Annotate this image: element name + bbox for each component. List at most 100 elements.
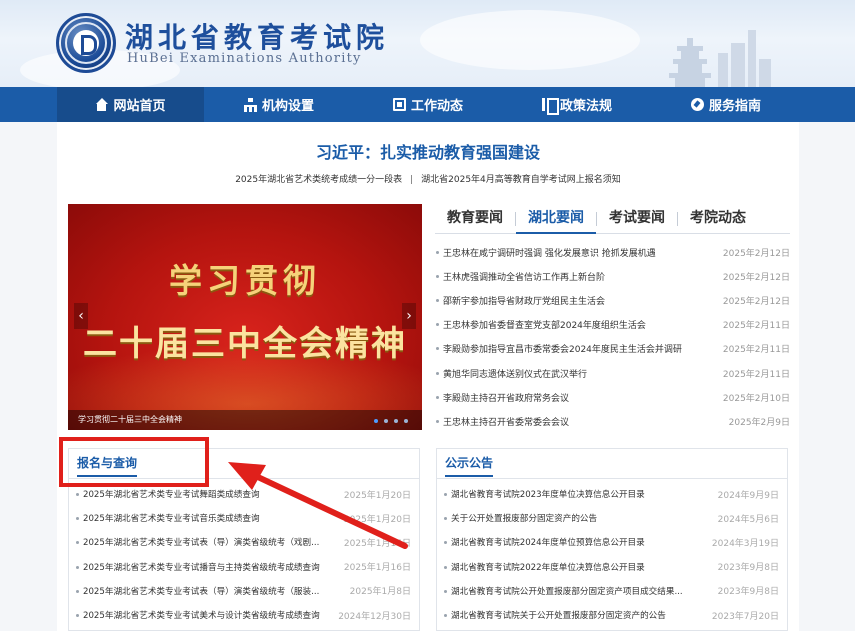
announcement-date: 2024年3月19日 xyxy=(711,538,779,549)
list-item[interactable]: 李殿勋主持召开省政府常务会议 2025年2月10日 xyxy=(435,385,790,409)
main-nav: 网站首页 机构设置 工作动态 政策法规 服务指南 xyxy=(0,87,855,122)
registration-item-date: 2025年1月20日 xyxy=(343,490,411,501)
news-title[interactable]: 李殿勋主持召开省政府常务会议 xyxy=(435,391,569,404)
slider-caption[interactable]: 学习贯彻二十届三中全会精神 xyxy=(78,414,182,425)
emblem-mark-icon xyxy=(73,30,99,56)
home-icon xyxy=(95,98,109,111)
announcements-panel: 公示公告 湖北省教育考试院2023年度单位决算信息公开目录 2024年9月9日 关… xyxy=(436,448,788,631)
banner-slider[interactable]: 学习贯彻 二十届三中全会精神 ‹ › 学习贯彻二十届三中全会精神 xyxy=(68,204,422,430)
list-item[interactable]: 湖北省教育考试院2024年度单位预算信息公开目录 2024年3月19日 xyxy=(437,530,787,554)
news-icon xyxy=(392,98,406,111)
headline-link[interactable]: 习近平：扎实推动教育强国建设 xyxy=(57,139,799,163)
news-date: 2025年2月12日 xyxy=(722,248,790,259)
slider-next-button[interactable]: › xyxy=(402,303,416,329)
list-item[interactable]: 王林虎强调推动全省信访工作再上新台阶 2025年2月12日 xyxy=(435,264,790,288)
news-tabs: 教育要闻 湖北要闻 考试要闻 考院动态 xyxy=(435,204,790,234)
site-title[interactable]: 湖北省教育考试院 xyxy=(125,16,389,56)
list-item[interactable]: 邵新宇参加指导省财政厅党组民主生活会 2025年2月12日 xyxy=(435,288,790,312)
nav-organization[interactable]: 机构设置 xyxy=(204,87,354,122)
news-date: 2025年2月11日 xyxy=(722,369,790,380)
registration-item-date: 2024年12月30日 xyxy=(338,611,411,622)
list-item[interactable]: 黄旭华同志遗体送别仪式在武汉举行 2025年2月11日 xyxy=(435,361,790,385)
org-icon xyxy=(243,98,257,112)
announcement-title[interactable]: 湖北省教育考试院关于公开处置报废部分固定资产的公告 xyxy=(443,609,666,621)
announcements-title[interactable]: 公示公告 xyxy=(445,454,494,477)
registration-item-title[interactable]: 2025年湖北省艺术类专业考试播音与主持类省级统考成绩查询 xyxy=(75,561,320,573)
news-list: 王忠林在咸宁调研时强调 强化发展意识 抢抓发展机遇 2025年2月12日 王林虎强… xyxy=(435,240,790,434)
yellow-crane-tower-illustration xyxy=(665,38,715,87)
registration-item-title[interactable]: 2025年湖北省艺术类专业考试音乐类成绩查询 xyxy=(75,512,260,524)
list-item[interactable]: 湖北省教育考试院2022年度单位决算信息公开目录 2023年9月8日 xyxy=(437,555,787,579)
annotation-highlight-box xyxy=(59,437,209,487)
list-item[interactable]: 湖北省教育考试院2023年度单位决算信息公开目录 2024年9月9日 xyxy=(437,482,787,506)
tab-education-news[interactable]: 教育要闻 xyxy=(435,204,515,234)
banner-subheading: 二十届三中全会精神 xyxy=(83,324,407,364)
tab-authority-updates[interactable]: 考院动态 xyxy=(678,204,758,234)
registration-list: 2025年湖北省艺术类专业考试舞蹈类成绩查询 2025年1月20日 2025年湖北… xyxy=(69,482,419,627)
announcement-title[interactable]: 关于公开处置报废部分固定资产的公告 xyxy=(443,512,597,524)
announcement-title[interactable]: 湖北省教育考试院公开处置报废部分固定资产项目成交结果... xyxy=(443,585,683,597)
news-date: 2025年2月11日 xyxy=(722,321,790,332)
list-item[interactable]: 2025年湖北省艺术类专业考试播音与主持类省级统考成绩查询 2025年1月16日 xyxy=(69,555,419,579)
registration-item-title[interactable]: 2025年湖北省艺术类专业考试舞蹈类成绩查询 xyxy=(75,488,260,500)
tab-exam-news[interactable]: 考试要闻 xyxy=(597,204,677,234)
nav-policy-label: 政策法规 xyxy=(559,99,612,114)
news-title[interactable]: 王忠林参加省委督查室党支部2024年度组织生活会 xyxy=(435,318,646,331)
news-title[interactable]: 王忠林主持召开省委常委会会议 xyxy=(435,415,569,428)
header-cloud xyxy=(420,10,640,70)
news-title[interactable]: 李殿勋参加指导宜昌市委常委会2024年度民主生活会并调研 xyxy=(435,342,682,355)
page: 湖北省教育考试院 HuBei Examinations Authority 网站… xyxy=(0,0,855,631)
nav-organization-label: 机构设置 xyxy=(261,99,314,114)
announcement-title[interactable]: 湖北省教育考试院2023年度单位决算信息公开目录 xyxy=(443,488,645,500)
list-item[interactable]: 2025年湖北省艺术类专业考试音乐类成绩查询 2025年1月20日 xyxy=(69,506,419,530)
list-item[interactable]: 李殿勋参加指导宜昌市委常委会2024年度民主生活会并调研 2025年2月11日 xyxy=(435,337,790,361)
registration-item-title[interactable]: 2025年湖北省艺术类专业考试表（导）演类省级统考（服装... xyxy=(75,585,319,597)
list-item[interactable]: 王忠林在咸宁调研时强调 强化发展意识 抢抓发展机遇 2025年2月12日 xyxy=(435,240,790,264)
registration-item-date: 2025年1月8日 xyxy=(349,587,411,598)
slider-dot[interactable] xyxy=(394,419,398,423)
nav-policy[interactable]: 政策法规 xyxy=(502,87,652,122)
news-title[interactable]: 王忠林在咸宁调研时强调 强化发展意识 抢抓发展机遇 xyxy=(435,246,656,259)
slider-prev-button[interactable]: ‹ xyxy=(74,303,88,329)
slider-dot[interactable] xyxy=(374,419,378,423)
guide-icon xyxy=(690,98,704,111)
nav-work-news-label: 工作动态 xyxy=(410,99,463,114)
site-header: 湖北省教育考试院 HuBei Examinations Authority xyxy=(0,0,855,87)
news-title[interactable]: 邵新宇参加指导省财政厅党组民主生活会 xyxy=(435,294,605,307)
nav-home[interactable]: 网站首页 xyxy=(57,87,204,122)
news-date: 2025年2月9日 xyxy=(728,417,790,428)
main-content: 习近平：扎实推动教育强国建设 2025年湖北省艺术类统考成绩一分一段表 | 湖北省2… xyxy=(57,122,799,631)
list-item[interactable]: 关于公开处置报废部分固定资产的公告 2024年5月6日 xyxy=(437,506,787,530)
registration-item-title[interactable]: 2025年湖北省艺术类专业考试表（导）演类省级统考（戏剧... xyxy=(75,536,319,548)
news-date: 2025年2月12日 xyxy=(722,272,790,283)
tab-hubei-news[interactable]: 湖北要闻 xyxy=(516,204,596,234)
announcements-list: 湖北省教育考试院2023年度单位决算信息公开目录 2024年9月9日 关于公开处置… xyxy=(437,482,787,627)
sublink[interactable]: 2025年湖北省艺术类统考成绩一分一段表 xyxy=(235,175,402,185)
logo-emblem[interactable] xyxy=(56,13,116,73)
list-item[interactable]: 2025年湖北省艺术类专业考试表（导）演类省级统考（服装... 2025年1月8日 xyxy=(69,579,419,603)
list-item[interactable]: 2025年湖北省艺术类专业考试表（导）演类省级统考（戏剧... 2025年1月16… xyxy=(69,530,419,554)
sublink[interactable]: 湖北省2025年4月高等教育自学考试网上报名须知 xyxy=(421,175,621,185)
registration-item-date: 2025年1月20日 xyxy=(343,514,411,525)
list-item[interactable]: 王忠林主持召开省委常委会会议 2025年2月9日 xyxy=(435,409,790,433)
news-title[interactable]: 王林虎强调推动全省信访工作再上新台阶 xyxy=(435,270,605,283)
registration-item-date: 2025年1月16日 xyxy=(343,538,411,549)
list-item[interactable]: 湖北省教育考试院公开处置报废部分固定资产项目成交结果... 2023年9月8日 xyxy=(437,579,787,603)
nav-service-guide[interactable]: 服务指南 xyxy=(652,87,800,122)
slider-dots xyxy=(374,419,408,423)
announcement-date: 2024年5月6日 xyxy=(717,514,779,525)
list-item[interactable]: 湖北省教育考试院关于公开处置报废部分固定资产的公告 2023年7月20日 xyxy=(437,603,787,627)
registration-item-title[interactable]: 2025年湖北省艺术类专业考试美术与设计类省级统考成绩查询 xyxy=(75,609,320,621)
news-date: 2025年2月11日 xyxy=(722,345,790,356)
announcement-title[interactable]: 湖北省教育考试院2024年度单位预算信息公开目录 xyxy=(443,536,645,548)
slider-dot[interactable] xyxy=(404,419,408,423)
banner-heading: 学习贯彻 xyxy=(169,261,321,300)
slider-dot[interactable] xyxy=(384,419,388,423)
list-item[interactable]: 王忠林参加省委督查室党支部2024年度组织生活会 2025年2月11日 xyxy=(435,313,790,337)
news-title[interactable]: 黄旭华同志遗体送别仪式在武汉举行 xyxy=(435,367,587,380)
list-item[interactable]: 2025年湖北省艺术类专业考试美术与设计类省级统考成绩查询 2024年12月30日 xyxy=(69,603,419,627)
nav-service-guide-label: 服务指南 xyxy=(708,99,761,114)
announcement-title[interactable]: 湖北省教育考试院2022年度单位决算信息公开目录 xyxy=(443,561,645,573)
city-skyline-illustration xyxy=(718,30,778,87)
nav-work-news[interactable]: 工作动态 xyxy=(354,87,502,122)
